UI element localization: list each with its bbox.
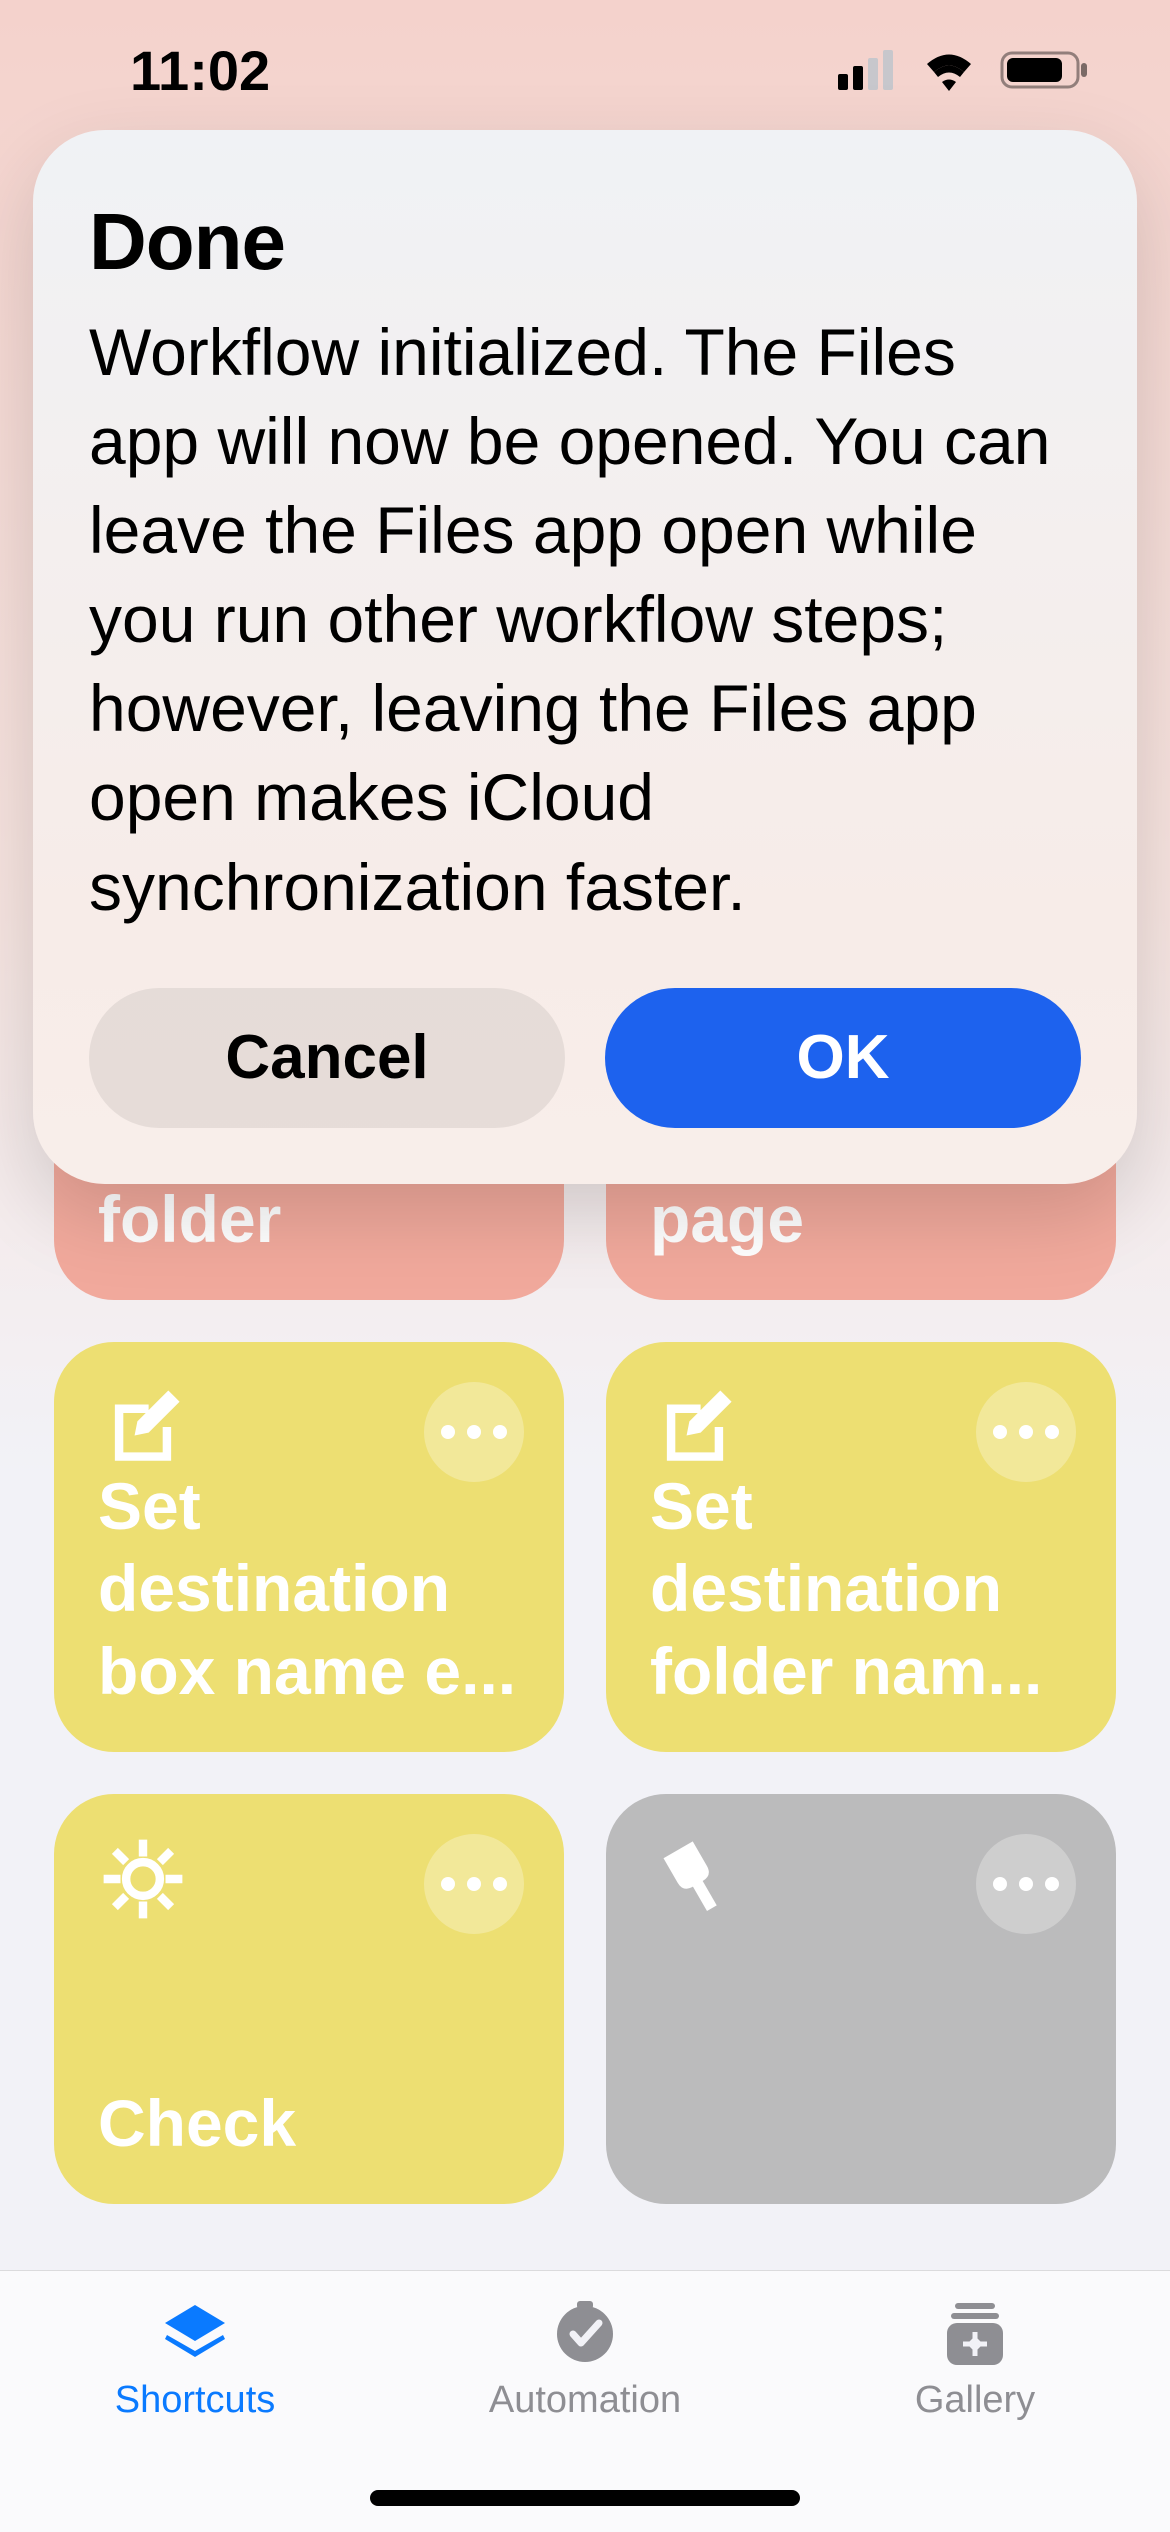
shortcut-title: Set destination folder nam...	[650, 1465, 1072, 1713]
home-indicator[interactable]	[370, 2490, 800, 2506]
shortcuts-icon	[157, 2299, 233, 2369]
status-indicators	[838, 49, 1090, 91]
tab-label: Shortcuts	[115, 2379, 276, 2422]
alert-body: Workflow initialized. The Files app will…	[89, 308, 1081, 932]
tab-gallery[interactable]: Gallery	[780, 2299, 1170, 2422]
tab-automation[interactable]: Automation	[390, 2299, 780, 2422]
alert-dialog: Done Workflow initialized. The Files app…	[33, 130, 1137, 1184]
status-bar: 11:02	[0, 0, 1170, 140]
shortcut-card-check[interactable]: Check	[54, 1794, 564, 2204]
shortcut-card-set-folder-name[interactable]: Set destination folder nam...	[606, 1342, 1116, 1752]
wifi-icon	[920, 49, 978, 91]
shortcut-title: Check	[98, 2082, 520, 2165]
compose-icon	[650, 1382, 740, 1472]
status-time: 11:02	[130, 38, 270, 103]
more-button[interactable]	[976, 1834, 1076, 1934]
battery-icon	[1000, 49, 1090, 91]
tab-label: Automation	[489, 2379, 681, 2422]
automation-icon	[547, 2299, 623, 2369]
compose-icon	[98, 1382, 188, 1472]
shortcut-title: Set destination box name e...	[98, 1465, 520, 1713]
more-button[interactable]	[976, 1382, 1076, 1482]
alert-buttons: Cancel OK	[89, 988, 1081, 1128]
shortcut-card-set-box-name[interactable]: Set destination box name e...	[54, 1342, 564, 1752]
tab-label: Gallery	[915, 2379, 1035, 2422]
gallery-icon	[937, 2299, 1013, 2369]
paint-icon	[650, 1834, 740, 1924]
cellular-icon	[838, 50, 898, 90]
tab-shortcuts[interactable]: Shortcuts	[0, 2299, 390, 2422]
cancel-button[interactable]: Cancel	[89, 988, 565, 1128]
gear-icon	[98, 1834, 188, 1924]
more-button[interactable]	[424, 1834, 524, 1934]
shortcut-card-gray[interactable]	[606, 1794, 1116, 2204]
ok-button[interactable]: OK	[605, 988, 1081, 1128]
more-button[interactable]	[424, 1382, 524, 1482]
alert-title: Done	[89, 196, 1081, 288]
